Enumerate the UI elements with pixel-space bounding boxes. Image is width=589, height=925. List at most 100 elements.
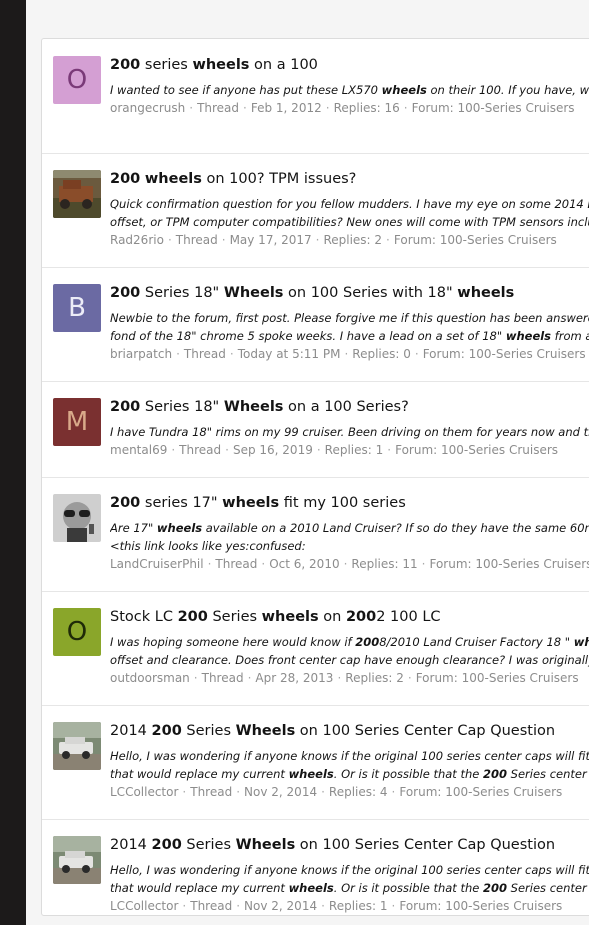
post-date: Nov 2, 2014 [244, 899, 318, 913]
meta-separator: · [176, 347, 180, 361]
meta-separator: · [325, 101, 330, 115]
post-date: Today at 5:11 PM [237, 347, 341, 361]
snippet-line: that would replace my current wheels. Or… [110, 881, 589, 895]
result-type: Thread [190, 785, 233, 799]
reply-count: Replies: 1 [328, 899, 388, 913]
result-meta: orangecrush · Thread · Feb 1, 2012 · Replies: … [110, 100, 589, 117]
forum-link[interactable]: Forum: 100-Series Cruisers [416, 671, 579, 685]
author-link[interactable]: orangecrush [110, 101, 185, 115]
result-meta: LCCollector · Thread · Nov 2, 2014 · Replies: … [110, 784, 589, 801]
user-avatar[interactable]: M [53, 398, 101, 446]
thread-title-link[interactable]: 200 Series 18" Wheels on a 100 Series? [110, 398, 589, 417]
author-link[interactable]: outdoorsman [110, 671, 190, 685]
search-result-item[interactable]: B 200 Series 18" Wheels on 100 Series wit… [42, 267, 589, 382]
search-result-item[interactable]: 2014 200 Series Wheels on 100 Series Cen… [42, 705, 589, 820]
forum-link[interactable]: Forum: 100-Series Cruisers [412, 101, 575, 115]
meta-separator: · [207, 557, 212, 571]
result-snippet: Quick confirmation question for you fell… [110, 195, 589, 231]
reply-count: Replies: 2 [323, 233, 383, 247]
meta-separator: · [344, 347, 349, 361]
meta-separator: · [391, 899, 396, 913]
result-type: Thread [197, 101, 240, 115]
result-snippet: I have Tundra 18" rims on my 99 cruiser.… [110, 423, 589, 441]
meta-separator: · [387, 443, 392, 457]
snippet-line: Newbie to the forum, first post. Please … [110, 311, 589, 325]
snippet-line: Hello, I was wondering if anyone knows i… [110, 863, 589, 877]
thread-title-link[interactable]: 200 series 17" wheels fit my 100 series [110, 494, 589, 513]
forum-link[interactable]: Forum: 100-Series Cruisers [423, 347, 586, 361]
search-result-item[interactable]: O 200 series wheels on a 100 I wanted to s… [42, 39, 589, 154]
meta-separator: · [236, 899, 241, 913]
search-result-item[interactable]: 200 wheels on 100? TPM issues? Quick conf… [42, 153, 589, 268]
snippet-line: <this link looks like yes:confused: [110, 539, 306, 553]
snippet-line: I wanted to see if anyone has put these … [110, 83, 589, 97]
meta-separator: · [421, 557, 426, 571]
meta-separator: · [386, 233, 390, 247]
meta-separator: · [315, 233, 320, 247]
thread-title-link[interactable]: 200 wheels on 100? TPM issues? [110, 170, 589, 189]
author-link[interactable]: Rad26rio [110, 233, 164, 247]
user-avatar[interactable]: O [53, 608, 101, 656]
thread-title-link[interactable]: 200 series wheels on a 100 [110, 56, 589, 75]
result-meta: LCCollector · Thread · Nov 2, 2014 · Replies: … [110, 898, 589, 915]
meta-separator: · [403, 101, 408, 115]
snippet-line: Quick confirmation question for you fell… [110, 197, 589, 211]
meta-separator: · [167, 233, 172, 247]
meta-separator: · [407, 671, 412, 685]
thread-title-link[interactable]: 2014 200 Series Wheels on 100 Series Cen… [110, 722, 589, 741]
author-link[interactable]: LandCruiserPhil [110, 557, 204, 571]
meta-separator: · [221, 233, 226, 247]
user-avatar[interactable] [53, 170, 101, 218]
user-avatar[interactable] [53, 722, 101, 770]
meta-separator: · [414, 347, 419, 361]
forum-link[interactable]: Forum: 100-Series Cruisers [399, 785, 562, 799]
author-link[interactable]: briarpatch [110, 347, 172, 361]
result-meta: briarpatch · Thread · Today at 5:11 PM · Repli… [110, 346, 589, 363]
forum-link[interactable]: Forum: 100-Series Cruisers [399, 899, 562, 913]
snippet-line: Are 17" wheels available on a 2010 Land … [110, 521, 589, 535]
forum-link[interactable]: Forum: 100-Series Cruisers [395, 443, 558, 457]
thread-title-link[interactable]: 200 Series 18" Wheels on 100 Series with… [110, 284, 589, 303]
thread-title-link[interactable]: 2014 200 Series Wheels on 100 Series Cen… [110, 836, 589, 855]
meta-separator: · [189, 101, 194, 115]
post-date: Sep 16, 2019 [232, 443, 313, 457]
reply-count: Replies: 2 [345, 671, 404, 685]
reply-count: Replies: 1 [324, 443, 384, 457]
meta-separator: · [182, 785, 187, 799]
post-date: Oct 6, 2010 [269, 557, 340, 571]
meta-separator: · [247, 671, 252, 685]
reply-count: Replies: 0 [352, 347, 411, 361]
thread-title-link[interactable]: Stock LC 200 Series wheels on 2002 100 L… [110, 608, 589, 627]
result-snippet: Hello, I was wondering if anyone knows i… [110, 861, 589, 897]
user-avatar[interactable]: B [53, 284, 101, 332]
meta-separator: · [182, 899, 187, 913]
forum-link[interactable]: Forum: 100-Series Cruisers [429, 557, 589, 571]
user-avatar[interactable] [53, 494, 101, 542]
meta-separator: · [343, 557, 348, 571]
author-link[interactable]: LCCollector [110, 899, 178, 913]
search-result-item[interactable]: 2014 200 Series Wheels on 100 Series Cen… [42, 819, 589, 915]
result-type: Thread [201, 671, 244, 685]
author-link[interactable]: mental69 [110, 443, 167, 457]
forum-link[interactable]: Forum: 100-Series Cruisers [394, 233, 557, 247]
meta-separator: · [321, 899, 325, 913]
snippet-line: Hello, I was wondering if anyone knows i… [110, 749, 589, 763]
search-result-item[interactable]: O Stock LC 200 Series wheels on 2002 100 … [42, 591, 589, 706]
user-avatar[interactable] [53, 836, 101, 884]
search-result-item[interactable]: M 200 Series 18" Wheels on a 100 Series? I… [42, 381, 589, 478]
result-type: Thread [190, 899, 233, 913]
result-type: Thread [179, 443, 222, 457]
result-meta: Rad26rio · Thread · May 17, 2017 · Replies: 2 ·… [110, 232, 589, 249]
meta-separator: · [171, 443, 176, 457]
user-avatar[interactable]: O [53, 56, 101, 104]
meta-separator: · [321, 785, 325, 799]
author-link[interactable]: LCCollector [110, 785, 178, 799]
meta-separator: · [316, 443, 321, 457]
search-results-list: O 200 series wheels on a 100 I wanted to s… [41, 38, 589, 916]
result-meta: outdoorsman · Thread · Apr 28, 2013 · Replies:… [110, 670, 589, 687]
result-snippet: Newbie to the forum, first post. Please … [110, 309, 589, 345]
search-result-item[interactable]: 200 series 17" wheels fit my 100 series A… [42, 477, 589, 592]
post-date: Apr 28, 2013 [255, 671, 334, 685]
result-type: Thread [175, 233, 218, 247]
post-date: Feb 1, 2012 [250, 101, 322, 115]
